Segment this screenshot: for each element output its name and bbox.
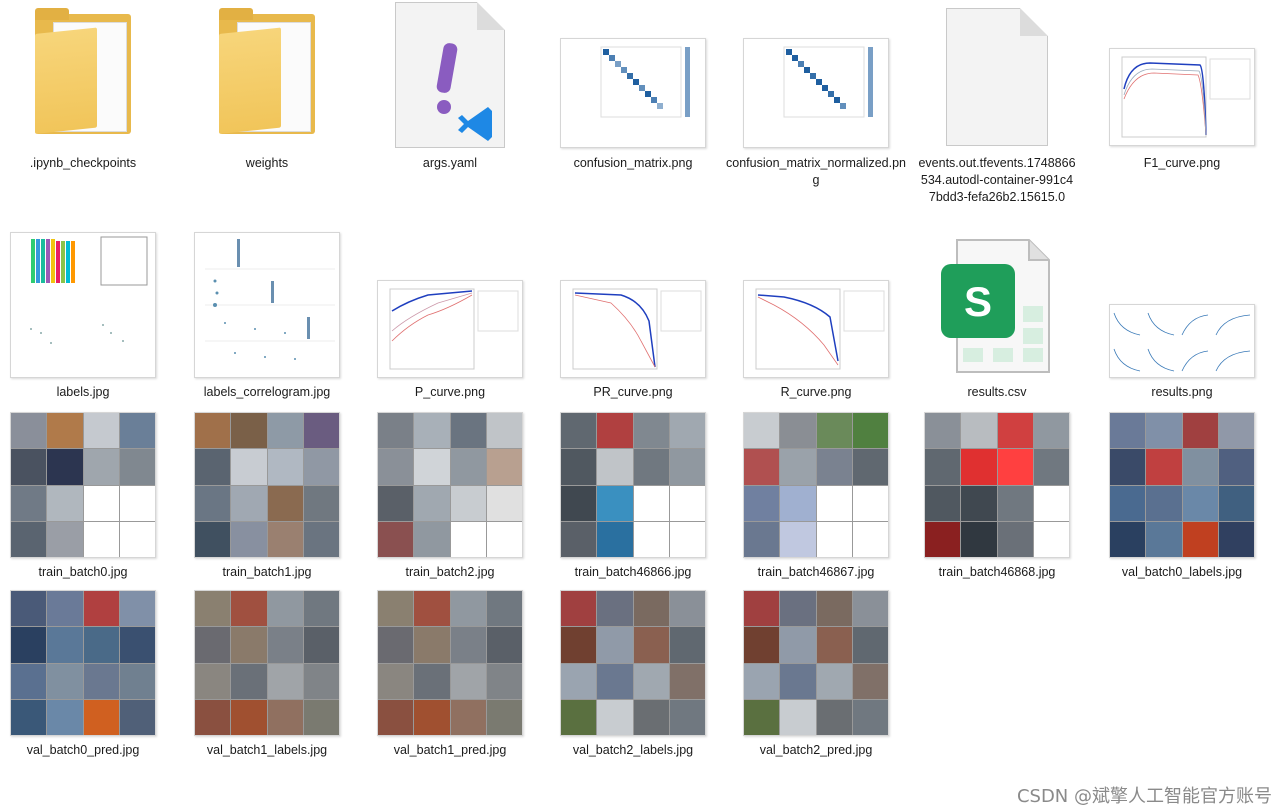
labels-correlogram-thumbnail: [194, 232, 340, 378]
file-name: val_batch0_pred.jpg: [26, 743, 140, 757]
val-batch-thumbnail: [10, 590, 156, 736]
val-batch-thumbnail: [194, 590, 340, 736]
yaml-file-icon: [395, 2, 505, 148]
file-name: events.out.tfevents.1748866534.autodl-co…: [918, 156, 1076, 204]
file-name: weights: [245, 156, 289, 170]
file-item-weights[interactable]: weights: [177, 0, 357, 200]
file-name: train_batch46867.jpg: [757, 565, 875, 579]
pr-curve-thumbnail: [560, 280, 706, 378]
file-item-val-batch2-labels[interactable]: val_batch2_labels.jpg: [543, 590, 723, 765]
file-name: train_batch46868.jpg: [938, 565, 1056, 579]
file-item-p-curve[interactable]: P_curve.png: [360, 230, 540, 410]
val-batch-thumbnail: [377, 590, 523, 736]
val-batch-thumbnail: [1109, 412, 1255, 558]
file-name: R_curve.png: [780, 385, 852, 399]
f1-curve-thumbnail: [1109, 48, 1255, 146]
file-name: args.yaml: [422, 156, 478, 170]
file-name: labels.jpg: [56, 385, 110, 399]
file-item-train-batch46866[interactable]: train_batch46866.jpg: [543, 410, 723, 585]
file-name: confusion_matrix_normalized.png: [726, 156, 906, 187]
file-name: F1_curve.png: [1143, 156, 1221, 170]
r-curve-thumbnail: [743, 280, 889, 378]
file-grid: .ipynb_checkpoints weights args.yaml con…: [0, 0, 1278, 812]
file-name: results.png: [1151, 385, 1213, 399]
file-item-tfevents[interactable]: events.out.tfevents.1748866534.autodl-co…: [907, 0, 1087, 220]
file-name: val_batch1_pred.jpg: [393, 743, 507, 757]
file-item-labels-correlogram[interactable]: labels_correlogram.jpg: [177, 230, 357, 410]
spreadsheet-icon: S: [937, 236, 1057, 376]
file-item-args-yaml[interactable]: args.yaml: [360, 0, 540, 200]
train-batch-thumbnail: [377, 412, 523, 558]
file-name: PR_curve.png: [593, 385, 673, 399]
p-curve-thumbnail: [377, 280, 523, 378]
train-batch-thumbnail: [743, 412, 889, 558]
watermark: CSDN @斌擎人工智能官方账号: [1016, 786, 1272, 807]
file-name: val_batch1_labels.jpg: [206, 743, 328, 757]
file-item-val-batch0-pred[interactable]: val_batch0_pred.jpg: [0, 590, 173, 765]
file-item-val-batch1-pred[interactable]: val_batch1_pred.jpg: [360, 590, 540, 765]
file-item-val-batch1-labels[interactable]: val_batch1_labels.jpg: [177, 590, 357, 765]
train-batch-thumbnail: [560, 412, 706, 558]
confusion-matrix-normalized-thumbnail: [743, 38, 889, 148]
confusion-matrix-thumbnail: [560, 38, 706, 148]
file-name: val_batch2_pred.jpg: [759, 743, 873, 757]
train-batch-thumbnail: [10, 412, 156, 558]
train-batch-thumbnail: [924, 412, 1070, 558]
file-item-val-batch2-pred[interactable]: val_batch2_pred.jpg: [726, 590, 906, 765]
file-item-train-batch2[interactable]: train_batch2.jpg: [360, 410, 540, 585]
file-name: P_curve.png: [414, 385, 486, 399]
file-name: .ipynb_checkpoints: [29, 156, 137, 170]
val-batch-thumbnail: [743, 590, 889, 736]
file-name: train_batch46866.jpg: [574, 565, 692, 579]
file-name: train_batch2.jpg: [405, 565, 495, 579]
file-item-confusion-matrix[interactable]: confusion_matrix.png: [543, 0, 723, 200]
file-item-ipynb-checkpoints[interactable]: .ipynb_checkpoints: [0, 0, 173, 200]
file-name: train_batch0.jpg: [38, 565, 128, 579]
file-name: train_batch1.jpg: [222, 565, 312, 579]
file-name: confusion_matrix.png: [573, 156, 693, 170]
file-item-labels[interactable]: labels.jpg: [0, 230, 173, 410]
generic-file-icon: [946, 8, 1048, 146]
results-thumbnail: [1109, 304, 1255, 378]
folder-icon: [219, 8, 315, 135]
file-name: val_batch0_labels.jpg: [1121, 565, 1243, 579]
file-item-results-csv[interactable]: S results.csv: [907, 230, 1087, 410]
file-item-train-batch46868[interactable]: train_batch46868.jpg: [907, 410, 1087, 585]
file-item-confusion-matrix-normalized[interactable]: confusion_matrix_normalized.png: [726, 0, 906, 200]
file-name: val_batch2_labels.jpg: [572, 743, 694, 757]
train-batch-thumbnail: [194, 412, 340, 558]
svg-text:S: S: [964, 278, 992, 325]
file-item-val-batch0-labels[interactable]: val_batch0_labels.jpg: [1092, 410, 1272, 585]
file-item-train-batch46867[interactable]: train_batch46867.jpg: [726, 410, 906, 585]
file-name: labels_correlogram.jpg: [203, 385, 331, 399]
labels-thumbnail: [10, 232, 156, 378]
file-item-f1-curve[interactable]: F1_curve.png: [1092, 0, 1272, 200]
file-item-results-png[interactable]: results.png: [1092, 230, 1272, 410]
file-item-train-batch0[interactable]: train_batch0.jpg: [0, 410, 173, 585]
folder-icon: [35, 8, 131, 135]
file-item-pr-curve[interactable]: PR_curve.png: [543, 230, 723, 410]
file-item-r-curve[interactable]: R_curve.png: [726, 230, 906, 410]
file-name: results.csv: [967, 385, 1027, 399]
val-batch-thumbnail: [560, 590, 706, 736]
file-item-train-batch1[interactable]: train_batch1.jpg: [177, 410, 357, 585]
